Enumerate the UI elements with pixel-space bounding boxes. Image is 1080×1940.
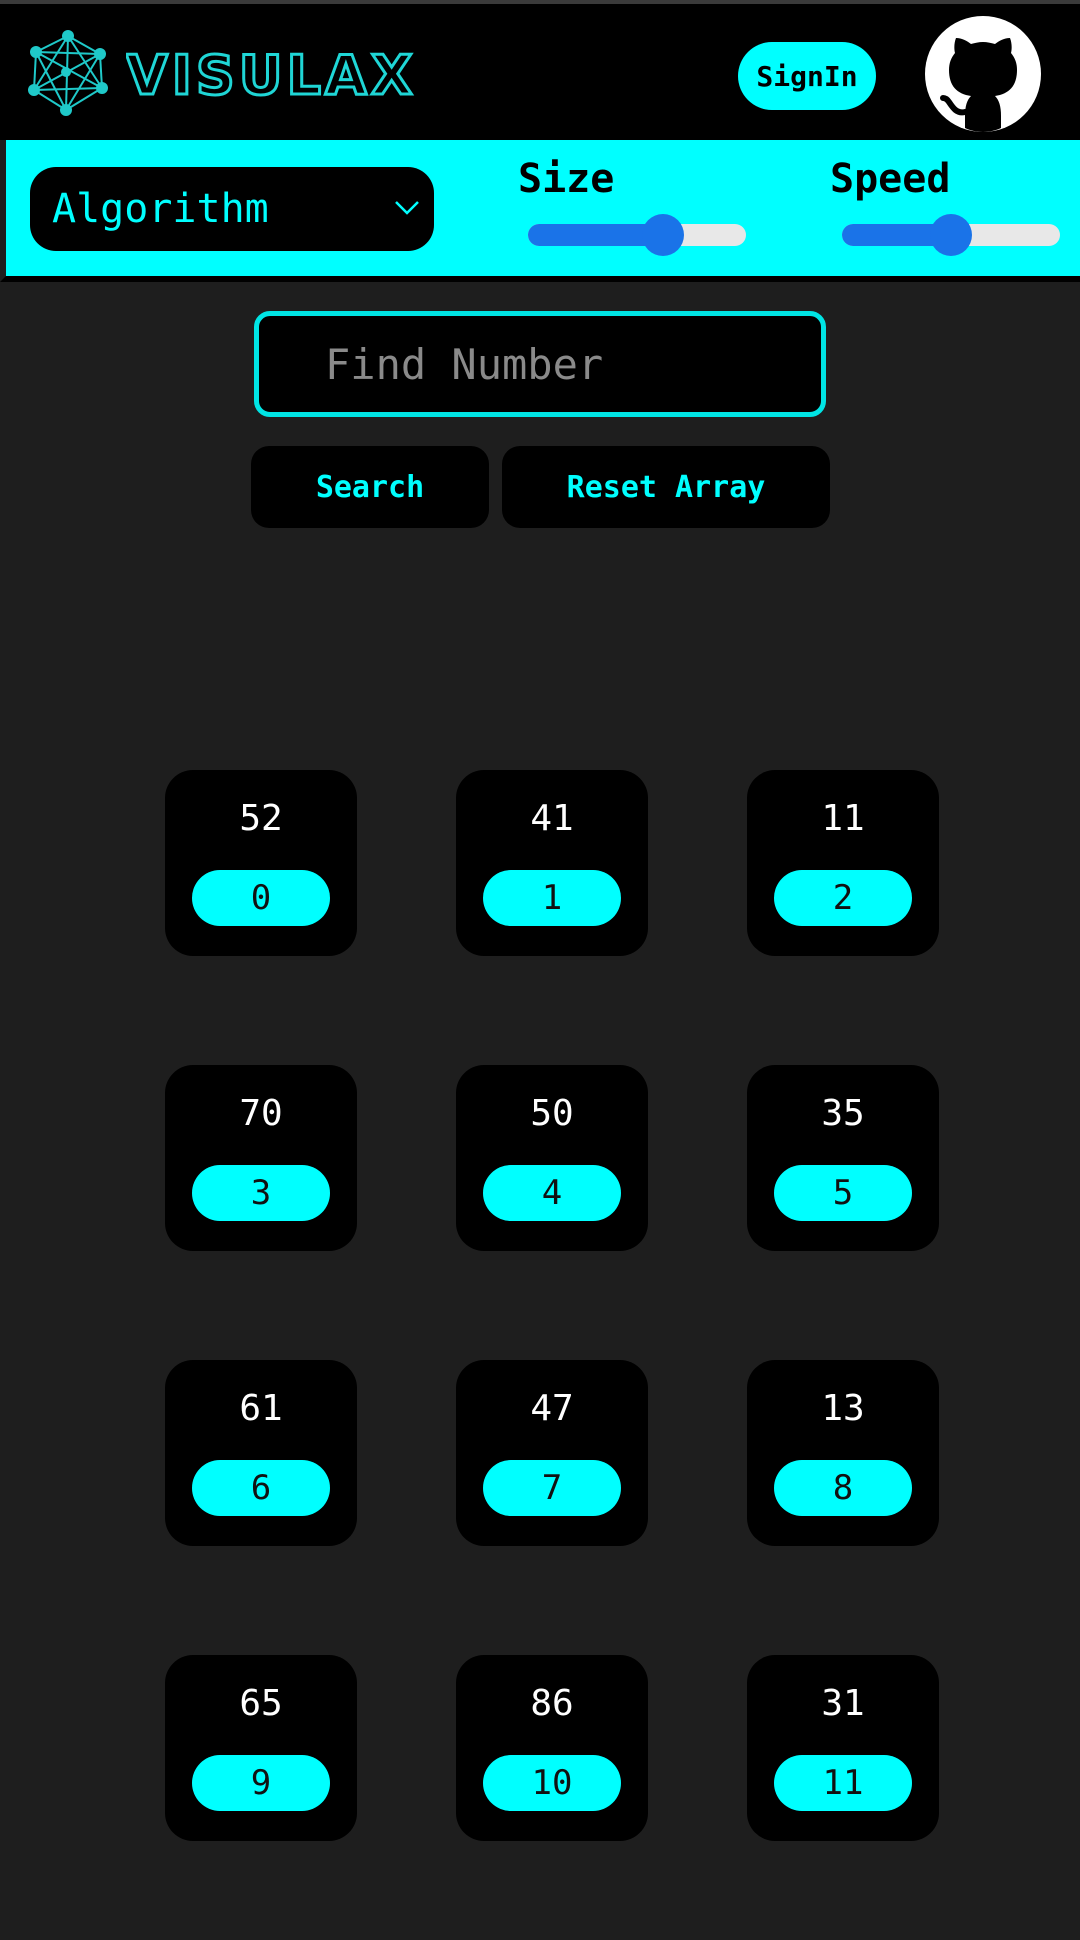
array-element-value: 86	[530, 1683, 574, 1724]
size-label: Size	[518, 156, 615, 202]
array-element-value: 31	[821, 1683, 865, 1724]
array-element-card: 41 1	[456, 770, 648, 956]
network-graph-icon[interactable]	[26, 30, 108, 116]
array-element-index: 9	[192, 1755, 330, 1811]
array-element-index: 11	[774, 1755, 912, 1811]
speed-label: Speed	[830, 156, 951, 202]
size-slider-thumb[interactable]	[642, 214, 684, 256]
array-element-value: 65	[239, 1683, 283, 1724]
array-element-card: 47 7	[456, 1360, 648, 1546]
array-element-index: 1	[483, 870, 621, 926]
array-element-value: 50	[530, 1093, 574, 1134]
speed-slider[interactable]	[842, 214, 1060, 256]
signin-button[interactable]: SignIn	[738, 42, 876, 110]
array-element-value: 47	[530, 1388, 574, 1429]
algorithm-select[interactable]: Algorithm	[30, 167, 434, 251]
reset-array-button[interactable]: Reset Array	[502, 446, 830, 528]
chevron-down-icon	[395, 201, 419, 215]
top-navbar: VISULAX SignIn	[0, 0, 1080, 140]
array-element-value: 52	[239, 798, 283, 839]
brand-wordmark[interactable]: VISULAX	[126, 50, 466, 98]
array-element-card: 35 5	[747, 1065, 939, 1251]
search-button[interactable]: Search	[251, 446, 489, 528]
array-element-index: 3	[192, 1165, 330, 1221]
find-number-input[interactable]	[254, 311, 826, 417]
brand-name: VISULAX	[126, 50, 416, 98]
array-element-value: 13	[821, 1388, 865, 1429]
array-element-index: 7	[483, 1460, 621, 1516]
array-element-card: 52 0	[165, 770, 357, 956]
array-element-card: 13 8	[747, 1360, 939, 1546]
array-element-index: 4	[483, 1165, 621, 1221]
array-element-value: 61	[239, 1388, 283, 1429]
size-slider[interactable]	[528, 214, 746, 256]
array-element-card: 31 11	[747, 1655, 939, 1841]
array-element-value: 70	[239, 1093, 283, 1134]
array-element-card: 11 2	[747, 770, 939, 956]
array-element-card: 86 10	[456, 1655, 648, 1841]
array-element-index: 10	[483, 1755, 621, 1811]
speed-slider-thumb[interactable]	[930, 214, 972, 256]
array-element-index: 2	[774, 870, 912, 926]
array-element-index: 6	[192, 1460, 330, 1516]
array-element-index: 8	[774, 1460, 912, 1516]
array-element-card: 70 3	[165, 1065, 357, 1251]
array-element-card: 50 4	[456, 1065, 648, 1251]
array-element-value: 41	[530, 798, 574, 839]
array-element-card: 65 9	[165, 1655, 357, 1841]
github-icon[interactable]	[925, 16, 1041, 132]
array-element-value: 11	[821, 798, 865, 839]
array-element-index: 0	[192, 870, 330, 926]
array-element-index: 5	[774, 1165, 912, 1221]
algorithm-select-label: Algorithm	[52, 186, 269, 232]
array-element-card: 61 6	[165, 1360, 357, 1546]
array-element-value: 35	[821, 1093, 865, 1134]
control-bar: Algorithm Size Speed	[0, 140, 1080, 282]
